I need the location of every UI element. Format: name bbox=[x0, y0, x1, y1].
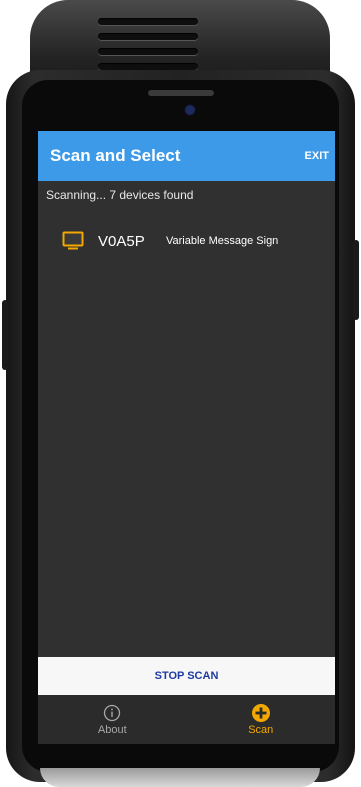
device-type: Variable Message Sign bbox=[166, 235, 279, 247]
app-bar: Scan and Select EXIT bbox=[38, 131, 335, 181]
device-foot bbox=[40, 768, 320, 787]
side-button-right bbox=[353, 240, 359, 320]
stop-scan-button[interactable]: STOP SCAN bbox=[38, 657, 335, 695]
add-circle-icon bbox=[251, 704, 270, 722]
side-button-left bbox=[2, 300, 8, 370]
exit-button[interactable]: EXIT bbox=[305, 146, 329, 166]
page-title: Scan and Select bbox=[50, 146, 181, 165]
earpiece bbox=[148, 90, 214, 96]
device-list-item[interactable]: V0A5P Variable Message Sign bbox=[62, 227, 327, 255]
app-screen: Scan and Select EXIT Scanning... 7 devic… bbox=[38, 131, 335, 744]
scan-status-text: Scanning... 7 devices found bbox=[46, 188, 194, 202]
nav-item-scan[interactable]: Scan bbox=[187, 695, 336, 744]
device-id: V0A5P bbox=[98, 232, 145, 250]
front-camera bbox=[186, 106, 194, 114]
speaker-grille bbox=[98, 16, 198, 72]
nav-label-about: About bbox=[97, 724, 127, 736]
nav-label-scan: Scan bbox=[248, 724, 274, 736]
nav-item-about[interactable]: About bbox=[38, 695, 187, 744]
info-icon bbox=[104, 704, 121, 722]
monitor-icon bbox=[62, 231, 84, 250]
bottom-navigation: About Scan bbox=[38, 695, 335, 744]
